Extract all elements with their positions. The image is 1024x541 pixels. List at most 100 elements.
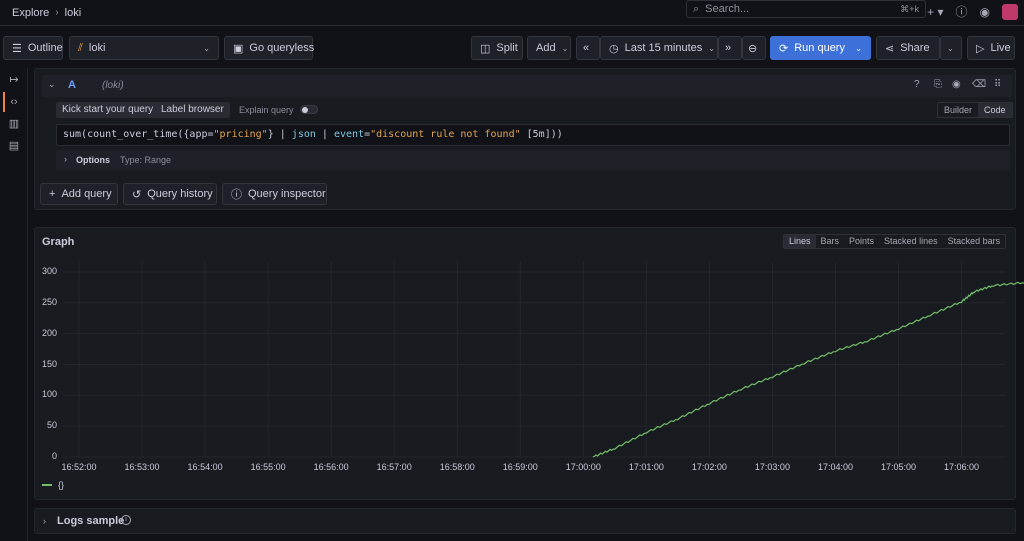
label-browser-button[interactable]: Label browser bbox=[155, 102, 230, 118]
chevron-down-icon: ⌄ bbox=[947, 43, 954, 53]
angle-double-left-icon: « bbox=[583, 42, 590, 54]
split-button[interactable]: ◫ Split bbox=[471, 36, 523, 60]
mode-bars[interactable]: Bars bbox=[816, 235, 845, 248]
legend-label: {} bbox=[58, 480, 65, 490]
plus-icon: + bbox=[49, 188, 56, 200]
y-tick-label: 100 bbox=[41, 389, 57, 400]
x-tick-label: 17:06:00 bbox=[944, 462, 980, 472]
search-minus-icon: ⊖ bbox=[748, 42, 758, 55]
mode-stacked-bars[interactable]: Stacked bars bbox=[943, 235, 1006, 248]
clock-icon: ◷ bbox=[609, 42, 619, 55]
arrow-from-left-icon[interactable]: ↦ bbox=[6, 72, 22, 88]
mode-builder[interactable]: Builder bbox=[938, 103, 978, 117]
queryless-icon: ▣ bbox=[233, 42, 244, 55]
rail-active-indicator bbox=[3, 92, 5, 112]
chevron-down-icon[interactable]: ⌄ bbox=[48, 79, 56, 90]
graph-legend[interactable]: {} bbox=[42, 480, 64, 490]
breadcrumb-current: loki bbox=[64, 6, 82, 19]
x-tick-label: 16:56:00 bbox=[313, 462, 349, 472]
history-icon: ↺ bbox=[132, 188, 142, 201]
logs-icon[interactable]: ▤ bbox=[6, 138, 22, 154]
kick-start-button[interactable]: Kick start your query bbox=[56, 102, 160, 118]
mode-stacked-lines[interactable]: Stacked lines bbox=[879, 235, 943, 248]
share-button[interactable]: ⋖ Share bbox=[876, 36, 940, 60]
query-options-row[interactable]: › Options Type: Range bbox=[56, 150, 1010, 170]
x-tick-label: 16:54:00 bbox=[187, 462, 223, 472]
query-editor[interactable]: sum(count_over_time({app="pricing"} | js… bbox=[56, 124, 1010, 146]
rss-icon[interactable]: ◉ bbox=[980, 5, 990, 19]
graph-mode-switch: Lines Bars Points Stacked lines Stacked … bbox=[783, 234, 1007, 249]
x-tick-label: 17:01:00 bbox=[628, 462, 664, 472]
plus-icon[interactable]: + ▾ bbox=[927, 5, 943, 19]
add-button[interactable]: Add ⌄ bbox=[527, 36, 571, 60]
y-tick-label: 200 bbox=[41, 327, 57, 338]
graph-bar-icon[interactable]: ▥ bbox=[6, 116, 22, 132]
breadcrumb-explore[interactable]: Explore bbox=[12, 7, 49, 19]
trash-icon[interactable]: ⌫ bbox=[972, 79, 986, 90]
mode-code[interactable]: Code bbox=[978, 103, 1012, 117]
logs-sample-title: Logs sample bbox=[57, 515, 125, 527]
options-label: Options bbox=[76, 155, 110, 165]
chevron-down-icon: ⌄ bbox=[561, 43, 569, 53]
chevron-right-icon: › bbox=[55, 7, 59, 18]
chevron-right-icon: › bbox=[43, 516, 46, 526]
play-icon: ▷ bbox=[976, 42, 985, 55]
mode-lines[interactable]: Lines bbox=[784, 235, 816, 248]
x-tick-label: 17:04:00 bbox=[817, 462, 853, 472]
go-queryless-button[interactable]: ▣ Go queryless bbox=[224, 36, 314, 60]
info-circle-icon[interactable]: i bbox=[121, 515, 131, 525]
time-forward-button[interactable]: » bbox=[718, 36, 742, 60]
search-input[interactable]: ⌕ Search... ⌘+k bbox=[686, 0, 926, 18]
explain-query-toggle[interactable] bbox=[300, 105, 318, 114]
query-ref-id[interactable]: A bbox=[68, 79, 76, 91]
question-circle-icon[interactable]: ? bbox=[914, 79, 920, 90]
mode-points[interactable]: Points bbox=[844, 235, 879, 248]
list-icon: ☰ bbox=[12, 42, 22, 55]
query-row-header[interactable]: ⌄ A (loki) ? ⎘ ◉ ⌫ ⠿ bbox=[42, 75, 1012, 97]
query-datasource-label: (loki) bbox=[102, 80, 124, 91]
share-dropdown-button[interactable]: ⌄ bbox=[940, 36, 962, 60]
query-inspector-button[interactable]: ⓘ Query inspector bbox=[222, 183, 327, 205]
live-button[interactable]: ▷ Live bbox=[967, 36, 1015, 60]
zoom-out-button[interactable]: ⊖ bbox=[742, 36, 766, 60]
outline-button[interactable]: ☰ Outline bbox=[3, 36, 63, 60]
x-tick-label: 17:00:00 bbox=[565, 462, 601, 472]
x-tick-label: 16:53:00 bbox=[124, 462, 160, 472]
sync-icon: ⟳ bbox=[779, 42, 789, 55]
time-picker[interactable]: ◷ Last 15 minutes ⌄ bbox=[600, 36, 718, 60]
query-history-button[interactable]: ↺ Query history bbox=[123, 183, 217, 205]
y-tick-label: 0 bbox=[51, 451, 57, 461]
x-tick-label: 16:59:00 bbox=[502, 462, 538, 472]
columns-icon: ◫ bbox=[480, 42, 491, 55]
chevron-right-icon: › bbox=[64, 154, 67, 164]
share-alt-icon: ⋖ bbox=[885, 42, 895, 55]
legend-swatch bbox=[42, 484, 52, 486]
y-tick-label: 300 bbox=[41, 266, 57, 276]
add-query-button[interactable]: + Add query bbox=[40, 183, 118, 205]
time-back-button[interactable]: « bbox=[576, 36, 600, 60]
angle-double-right-icon: » bbox=[725, 42, 732, 54]
graph-panel bbox=[34, 227, 1016, 500]
eye-icon[interactable]: ◉ bbox=[952, 79, 961, 90]
avatar[interactable] bbox=[1002, 3, 1018, 20]
chevron-down-icon: ⌄ bbox=[708, 43, 715, 53]
code-icon[interactable]: ‹› bbox=[6, 94, 22, 110]
chevron-down-icon: ⌄ bbox=[855, 43, 862, 53]
options-type: Type: Range bbox=[120, 155, 172, 165]
shortcut-hint: ⌘+k bbox=[900, 3, 919, 14]
drag-handle-icon[interactable]: ⠿ bbox=[994, 79, 1001, 90]
copy-icon[interactable]: ⎘ bbox=[934, 79, 942, 90]
info-circle-icon: ⓘ bbox=[231, 189, 242, 201]
y-tick-label: 150 bbox=[41, 358, 57, 369]
x-tick-label: 16:57:00 bbox=[376, 462, 412, 472]
datasource-picker[interactable]: ⫽ loki ⌄ bbox=[69, 36, 219, 60]
y-tick-label: 50 bbox=[46, 420, 57, 431]
x-tick-label: 17:05:00 bbox=[880, 462, 917, 472]
help-icon[interactable]: ⓘ bbox=[956, 3, 968, 20]
logs-sample-panel[interactable]: › Logs sample i bbox=[34, 508, 1016, 534]
x-tick-label: 17:03:00 bbox=[754, 462, 790, 472]
editor-mode-switch: Builder Code bbox=[937, 102, 1013, 118]
run-query-button[interactable]: ⟳ Run query ⌄ bbox=[770, 36, 871, 60]
explain-query-label: Explain query bbox=[239, 105, 294, 115]
top-nav-bar: Explore › loki ⌕ Search... ⌘+k + ▾ ⓘ ◉ bbox=[0, 0, 1024, 26]
